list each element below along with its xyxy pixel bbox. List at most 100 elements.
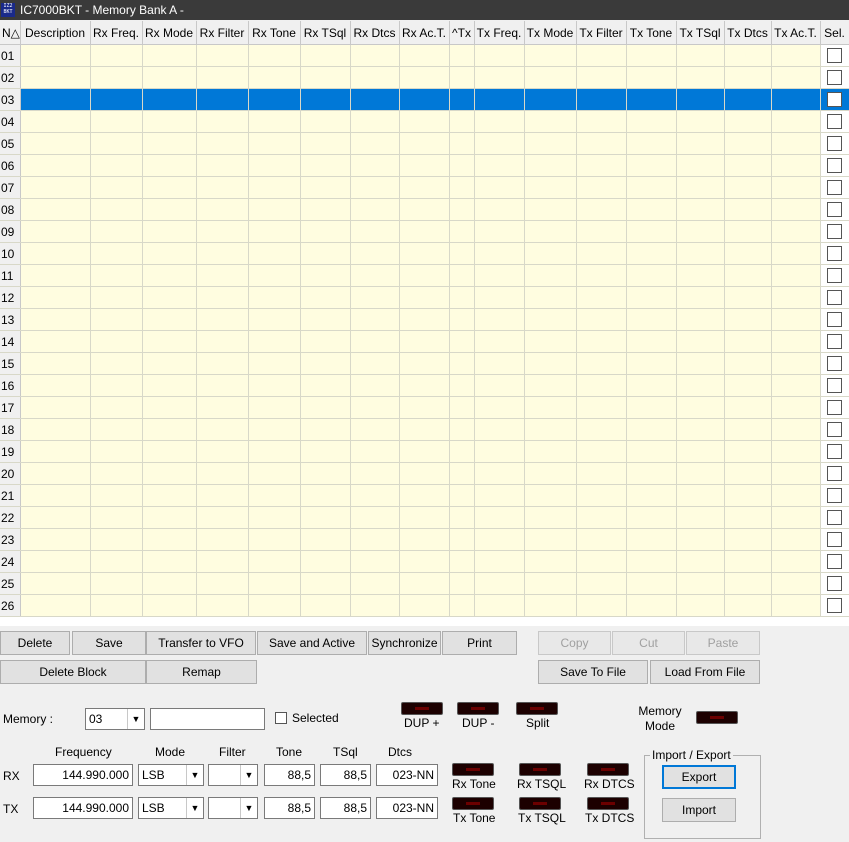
grid-cell[interactable]	[350, 550, 400, 573]
grid-cell[interactable]	[576, 352, 627, 375]
rx-dtcs-field[interactable]: 023-NN	[376, 764, 438, 786]
select-cell[interactable]	[820, 88, 849, 111]
grid-cell[interactable]	[196, 220, 249, 243]
grid-cell[interactable]	[676, 550, 725, 573]
grid-cell[interactable]	[724, 154, 772, 177]
select-cell[interactable]	[820, 440, 849, 463]
grid-cell[interactable]	[399, 176, 450, 199]
grid-cell[interactable]	[576, 374, 627, 397]
grid-cell[interactable]	[142, 242, 197, 265]
grid-cell[interactable]	[90, 308, 143, 331]
grid-cell[interactable]	[449, 154, 475, 177]
grid-cell[interactable]	[576, 418, 627, 441]
grid-cell[interactable]	[142, 176, 197, 199]
grid-cell[interactable]	[350, 198, 400, 221]
grid-cell[interactable]	[474, 594, 525, 617]
grid-cell[interactable]	[626, 44, 677, 67]
grid-cell[interactable]	[449, 220, 475, 243]
grid-cell[interactable]	[524, 594, 577, 617]
grid-cell[interactable]	[449, 462, 475, 485]
table-row[interactable]: 21	[0, 484, 849, 507]
column-header[interactable]: Description	[20, 21, 91, 45]
grid-cell[interactable]	[576, 572, 627, 595]
grid-cell[interactable]	[90, 330, 143, 353]
grid-cell[interactable]	[300, 88, 351, 111]
select-cell[interactable]	[820, 242, 849, 265]
grid-cell[interactable]	[474, 176, 525, 199]
table-row[interactable]: 18	[0, 418, 849, 441]
grid-cell[interactable]	[20, 176, 91, 199]
grid-cell[interactable]	[771, 330, 821, 353]
grid-cell[interactable]	[474, 484, 525, 507]
grid-cell[interactable]	[524, 330, 577, 353]
grid-cell[interactable]	[449, 264, 475, 287]
grid-cell[interactable]	[626, 176, 677, 199]
export-button[interactable]: Export	[662, 765, 736, 789]
grid-cell[interactable]	[524, 220, 577, 243]
grid-cell[interactable]	[524, 242, 577, 265]
grid-cell[interactable]	[576, 396, 627, 419]
row-select-checkbox[interactable]	[827, 334, 842, 350]
grid-cell[interactable]	[248, 132, 301, 155]
column-header[interactable]: Rx Filter	[196, 21, 249, 45]
grid-cell[interactable]	[300, 550, 351, 573]
row-select-checkbox[interactable]	[827, 114, 842, 130]
grid-cell[interactable]	[350, 176, 400, 199]
grid-cell[interactable]	[300, 66, 351, 89]
grid-cell[interactable]	[350, 220, 400, 243]
grid-cell[interactable]	[90, 154, 143, 177]
grid-cell[interactable]	[399, 440, 450, 463]
grid-cell[interactable]	[142, 44, 197, 67]
grid-cell[interactable]	[196, 440, 249, 463]
grid-cell[interactable]	[196, 66, 249, 89]
grid-cell[interactable]	[350, 396, 400, 419]
column-header[interactable]: Rx Ac.T.	[399, 21, 450, 45]
grid-cell[interactable]	[724, 506, 772, 529]
select-cell[interactable]	[820, 484, 849, 507]
grid-cell[interactable]	[350, 374, 400, 397]
grid-cell[interactable]	[196, 176, 249, 199]
select-cell[interactable]	[820, 110, 849, 133]
grid-cell[interactable]	[626, 528, 677, 551]
column-header[interactable]: ^Tx	[449, 21, 475, 45]
table-row[interactable]: 16	[0, 374, 849, 397]
grid-cell[interactable]	[771, 264, 821, 287]
table-row[interactable]: 25	[0, 572, 849, 595]
grid-cell[interactable]	[626, 242, 677, 265]
grid-cell[interactable]	[576, 88, 627, 111]
row-select-checkbox[interactable]	[827, 158, 842, 174]
grid-cell[interactable]	[142, 264, 197, 287]
grid-cell[interactable]	[196, 44, 249, 67]
grid-cell[interactable]	[142, 308, 197, 331]
grid-cell[interactable]	[524, 44, 577, 67]
grid-cell[interactable]	[248, 264, 301, 287]
row-select-checkbox[interactable]	[827, 422, 842, 438]
grid-cell[interactable]	[399, 198, 450, 221]
column-header[interactable]: Tx Filter	[576, 21, 627, 45]
grid-cell[interactable]	[771, 132, 821, 155]
paste-button[interactable]: Paste	[686, 631, 760, 655]
column-header[interactable]: Rx Tone	[248, 21, 301, 45]
grid-cell[interactable]	[676, 66, 725, 89]
grid-cell[interactable]	[300, 572, 351, 595]
grid-cell[interactable]	[771, 308, 821, 331]
grid-cell[interactable]	[142, 572, 197, 595]
row-select-checkbox[interactable]	[827, 290, 842, 306]
table-row[interactable]: 02	[0, 66, 849, 89]
grid-cell[interactable]	[576, 484, 627, 507]
grid-cell[interactable]	[248, 110, 301, 133]
grid-cell[interactable]	[196, 506, 249, 529]
grid-cell[interactable]	[350, 528, 400, 551]
grid-cell[interactable]	[399, 550, 450, 573]
grid-cell[interactable]	[474, 154, 525, 177]
grid-cell[interactable]	[20, 66, 91, 89]
column-header[interactable]: N△	[0, 21, 21, 45]
grid-cell[interactable]	[248, 198, 301, 221]
grid-cell[interactable]	[449, 594, 475, 617]
grid-cell[interactable]	[724, 330, 772, 353]
grid-cell[interactable]	[90, 550, 143, 573]
grid-cell[interactable]	[300, 352, 351, 375]
grid-cell[interactable]	[724, 264, 772, 287]
grid-cell[interactable]	[20, 462, 91, 485]
copy-button[interactable]: Copy	[538, 631, 611, 655]
